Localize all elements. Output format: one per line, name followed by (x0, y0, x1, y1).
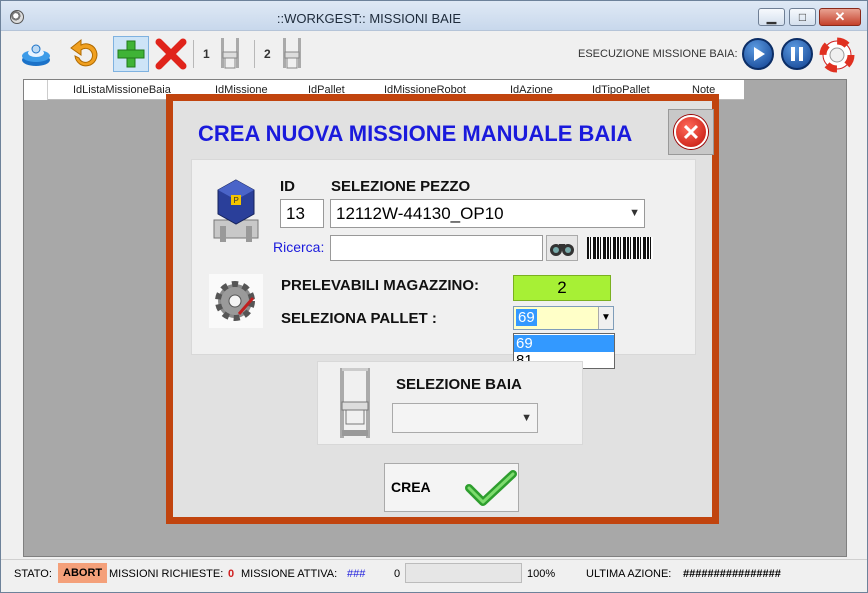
pallet-select-value: 69 (516, 309, 537, 326)
progress-count: 0 (394, 568, 401, 580)
prelev-label: PRELEVABILI MAGAZZINO: (281, 277, 480, 294)
grid-column-header[interactable]: IdListaMissioneBaia (73, 84, 171, 96)
progress-bar (405, 563, 522, 583)
add-mission-button[interactable] (113, 36, 149, 72)
checkmark-icon (465, 470, 517, 506)
create-button[interactable]: CREA (384, 463, 519, 512)
window-title: ::WORKGEST:: MISSIONI BAIE (276, 11, 462, 26)
attiva-value: ### (347, 568, 366, 580)
ultima-label: ULTIMA AZIONE: (586, 568, 672, 580)
bay-select[interactable]: ▼ (392, 403, 538, 433)
undo-button[interactable] (67, 36, 103, 72)
pallet-piece-icon: P (210, 176, 262, 247)
chevron-down-icon: ▼ (629, 207, 640, 219)
bay1-number: 1 (203, 47, 210, 61)
dialog-close-button[interactable]: ✕ (668, 109, 714, 155)
new-mission-dialog: CREA NUOVA MISSIONE MANUALE BAIA ✕ P ID … (166, 94, 719, 524)
piece-select[interactable]: 12112W-44130_OP10 ▼ (330, 199, 645, 228)
prelev-value: 2 (513, 275, 611, 301)
piece-select-value: 12112W-44130_OP10 (336, 204, 504, 223)
maximize-button[interactable]: □ (789, 8, 816, 26)
help-button[interactable] (819, 37, 855, 73)
plus-icon (117, 40, 145, 68)
grid-row-header[interactable] (24, 80, 48, 100)
minimize-icon: ▁ (766, 10, 777, 24)
main-window: ::WORKGEST:: MISSIONI BAIE ▁ □ ✕ 1 2 ESE… (0, 0, 868, 593)
chevron-down-icon[interactable]: ▼ (598, 307, 613, 329)
undo-arrow-icon (70, 38, 98, 67)
bay1-button[interactable] (215, 36, 251, 72)
play-icon (754, 47, 765, 61)
title-bar: ::WORKGEST:: MISSIONI BAIE ▁ □ ✕ (1, 1, 867, 31)
toolbar: 1 2 ESECUZIONE MISSIONE BAIA: (1, 32, 867, 76)
close-icon: ✕ (834, 9, 846, 24)
bay-lift-icon (336, 368, 376, 443)
refresh-db-button[interactable] (18, 36, 54, 72)
ultima-value: ################ (683, 568, 781, 580)
toolbar-separator (193, 40, 194, 68)
lifebuoy-icon (819, 37, 855, 73)
status-bar: STATO: ABORT MISSIONI RICHIESTE: 0 MISSI… (1, 559, 867, 587)
pause-button[interactable] (781, 38, 813, 70)
pause-icon (791, 47, 803, 61)
attiva-label: MISSIONE ATTIVA: (241, 568, 338, 580)
minimize-button[interactable]: ▁ (758, 8, 785, 26)
search-label: Ricerca: (273, 239, 325, 255)
toolbar-separator (254, 40, 255, 68)
settings-gear-icon (209, 274, 263, 331)
piece-label: SELEZIONE PEZZO (331, 178, 471, 195)
maximize-icon: □ (798, 10, 807, 24)
richieste-label: MISSIONI RICHIESTE: (109, 568, 224, 580)
piece-selection-panel: P ID SELEZIONE PEZZO 13 12112W-44130_OP1… (191, 159, 696, 369)
exec-mission-label: ESECUZIONE MISSIONE BAIA: (578, 48, 738, 60)
play-button[interactable] (742, 38, 774, 70)
bay-selection-panel: SELEZIONE BAIA ▼ (317, 361, 583, 445)
search-button[interactable] (546, 235, 578, 261)
bay2-button[interactable] (277, 36, 313, 72)
stato-label: STATO: (14, 568, 52, 580)
svg-text:P: P (234, 196, 239, 205)
richieste-value: 0 (228, 568, 235, 580)
delete-mission-button[interactable] (153, 36, 189, 72)
progress-percent: 100% (527, 568, 556, 580)
bay-lift-icon (221, 38, 239, 69)
delete-x-icon (155, 38, 187, 70)
dialog-title: CREA NUOVA MISSIONE MANUALE BAIA (198, 121, 633, 146)
pallet-option[interactable]: 69 (514, 335, 614, 352)
id-field[interactable]: 13 (280, 199, 324, 228)
create-button-label: CREA (391, 479, 431, 495)
binoculars-icon (550, 244, 574, 256)
bay-lift-icon (283, 38, 301, 69)
bay-label: SELEZIONE BAIA (396, 376, 522, 393)
id-label: ID (280, 178, 295, 195)
close-circle-icon: ✕ (674, 115, 708, 149)
status-badge: ABORT (58, 563, 108, 583)
pallet-select[interactable]: 69 ▼ (513, 306, 614, 330)
search-input[interactable] (330, 235, 543, 261)
chevron-down-icon: ▼ (521, 412, 532, 424)
pallet-label: SELEZIONA PALLET : (281, 310, 437, 327)
close-window-button[interactable]: ✕ (819, 8, 861, 26)
barcode-icon[interactable] (587, 237, 653, 259)
bay2-number: 2 (264, 47, 271, 61)
database-icon (22, 44, 50, 66)
